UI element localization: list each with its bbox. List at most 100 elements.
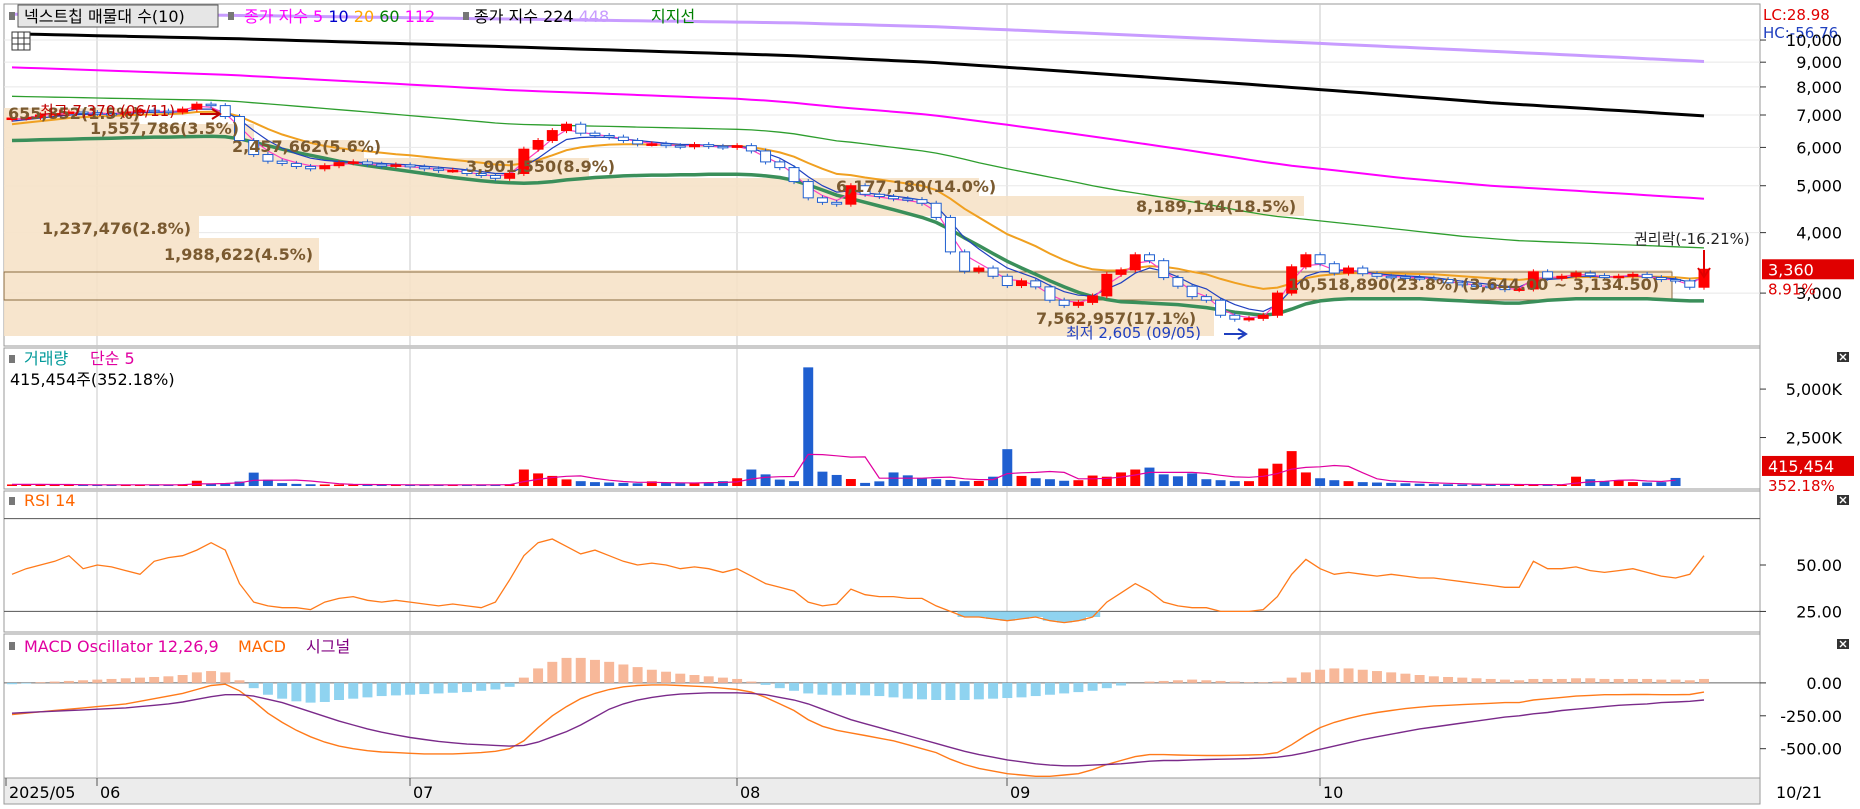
range-box-label: (3,644.00 ~ 3,134.50) — [1462, 275, 1659, 294]
candle-body — [617, 136, 629, 142]
candle-body — [1300, 254, 1312, 268]
volume-current-text: 415,454주(352.18%) — [10, 370, 175, 389]
rsi-line — [11, 538, 1705, 624]
macd-osc-bar — [703, 676, 714, 683]
macd-osc-bar — [1144, 681, 1155, 683]
volume-bar — [1656, 482, 1667, 486]
candle-body — [603, 134, 615, 138]
volume-bar — [1073, 480, 1084, 486]
macd-osc-bar — [319, 682, 330, 702]
macd-osc-bar — [803, 682, 814, 694]
volume-bar — [1642, 482, 1653, 486]
candle-body — [1243, 317, 1255, 321]
volume-bar — [1457, 484, 1468, 486]
volume-bar — [888, 472, 899, 486]
volume-profile-label: 1,237,476(2.8%) — [42, 219, 191, 238]
volume-bar — [1187, 473, 1198, 486]
high-annotation: 최고 7,370 (06/11) — [40, 102, 175, 120]
low-arrow-icon — [1224, 328, 1248, 340]
low-annotation: 최저 2,605 (09/05) — [1066, 324, 1201, 342]
current-price-label: 3,360 — [1768, 260, 1814, 279]
x-axis-label: 08 — [740, 783, 760, 802]
macd-osc-bar — [1300, 672, 1311, 683]
macd-osc-bar — [1656, 679, 1667, 683]
stock-chart-window[interactable]: 655,852(1.5%)1,557,786(3.5%)2,457,662(5.… — [0, 0, 1860, 809]
rsi-panel — [4, 518, 1760, 624]
macd-legend-label: MACD — [238, 637, 286, 656]
macd-osc-bar — [462, 682, 472, 693]
macd-osc-bar — [1627, 678, 1638, 683]
macd-osc-bar — [248, 682, 259, 689]
candle-body — [1229, 314, 1241, 320]
volume-legend-label: 거래량 — [24, 349, 68, 368]
volume-bar — [248, 472, 259, 486]
volume-bar — [746, 469, 757, 486]
macd-osc-bar — [717, 677, 728, 683]
volume-bar — [675, 483, 686, 486]
macd-osc-bar — [1044, 682, 1055, 695]
macd-osc-bar — [1499, 679, 1510, 683]
macd-osc-bar — [1016, 682, 1027, 698]
volume-tick-label: 5,000K — [1786, 380, 1843, 399]
volume-bar — [1002, 449, 1013, 486]
volume-bar — [604, 482, 615, 486]
macd-osc-bar — [860, 682, 871, 696]
volume-bar — [334, 484, 345, 486]
candle-body — [1001, 275, 1013, 287]
volume-bar — [518, 469, 529, 486]
macd-osc-bar — [191, 672, 202, 683]
table-toggle-icon[interactable] — [11, 31, 31, 51]
macd-osc-bar — [1400, 673, 1411, 683]
candle-body — [731, 145, 743, 148]
macd-line — [11, 683, 1705, 777]
candle-body — [589, 132, 601, 136]
candle-body — [447, 169, 459, 173]
chart-gridlines — [4, 4, 1760, 778]
macd-osc-bar — [262, 682, 273, 695]
volume-bar — [1201, 479, 1212, 486]
macd-osc-bar — [817, 682, 828, 695]
macd-osc-bar — [1172, 680, 1183, 683]
x-axis-label: 07 — [413, 783, 433, 802]
volume-profile-label: 2,457,662(5.6%) — [232, 137, 381, 156]
macd-osc-bar — [1002, 682, 1013, 699]
volume-bar — [973, 480, 984, 486]
macd-osc-bar — [689, 675, 700, 683]
macd-legend: MACD Oscillator 12,26,9 MACD 시그널 — [9, 637, 350, 656]
volume-bar — [1059, 480, 1070, 486]
x-axis-label: 10 — [1323, 783, 1343, 802]
macd-osc-bar — [1272, 681, 1283, 683]
candle-body — [902, 198, 914, 201]
volume-bar — [902, 475, 913, 486]
macd-osc-bar — [1244, 682, 1254, 683]
legend-marker-icon — [463, 12, 469, 20]
volume-bar — [1627, 482, 1638, 486]
candle-body — [703, 144, 715, 147]
macd-osc-bar — [945, 682, 956, 700]
volume-bar — [1471, 484, 1482, 486]
profile-legend-label: 넥스트칩 매물대 수(10) — [24, 7, 185, 26]
volume-bar — [277, 483, 288, 486]
macd-osc-bar — [675, 673, 686, 683]
candle-body — [632, 140, 644, 145]
macd-osc-bar — [63, 680, 74, 683]
volume-profile-label: 1,988,622(4.5%) — [164, 245, 313, 264]
volume-bar — [1215, 480, 1226, 486]
volume-bar — [945, 479, 956, 486]
rsi-oversold-fill — [971, 611, 987, 617]
macd-osc-bar — [362, 682, 373, 698]
volume-bar — [1172, 476, 1183, 486]
macd-osc-bar — [149, 676, 160, 683]
volume-bar — [1315, 478, 1326, 486]
macd-osc-bar — [1158, 680, 1169, 683]
candle-body — [831, 201, 843, 205]
macd-osc-bar — [518, 677, 529, 683]
macd-osc-bar — [376, 682, 387, 697]
macd-osc-bar — [348, 682, 359, 699]
volume-bar — [803, 367, 814, 486]
legend-marker-icon — [228, 12, 234, 20]
macd-osc-bar — [390, 682, 401, 696]
volume-bars — [7, 367, 1681, 486]
volume-bar — [661, 482, 672, 486]
macd-osc-bar — [504, 682, 515, 687]
